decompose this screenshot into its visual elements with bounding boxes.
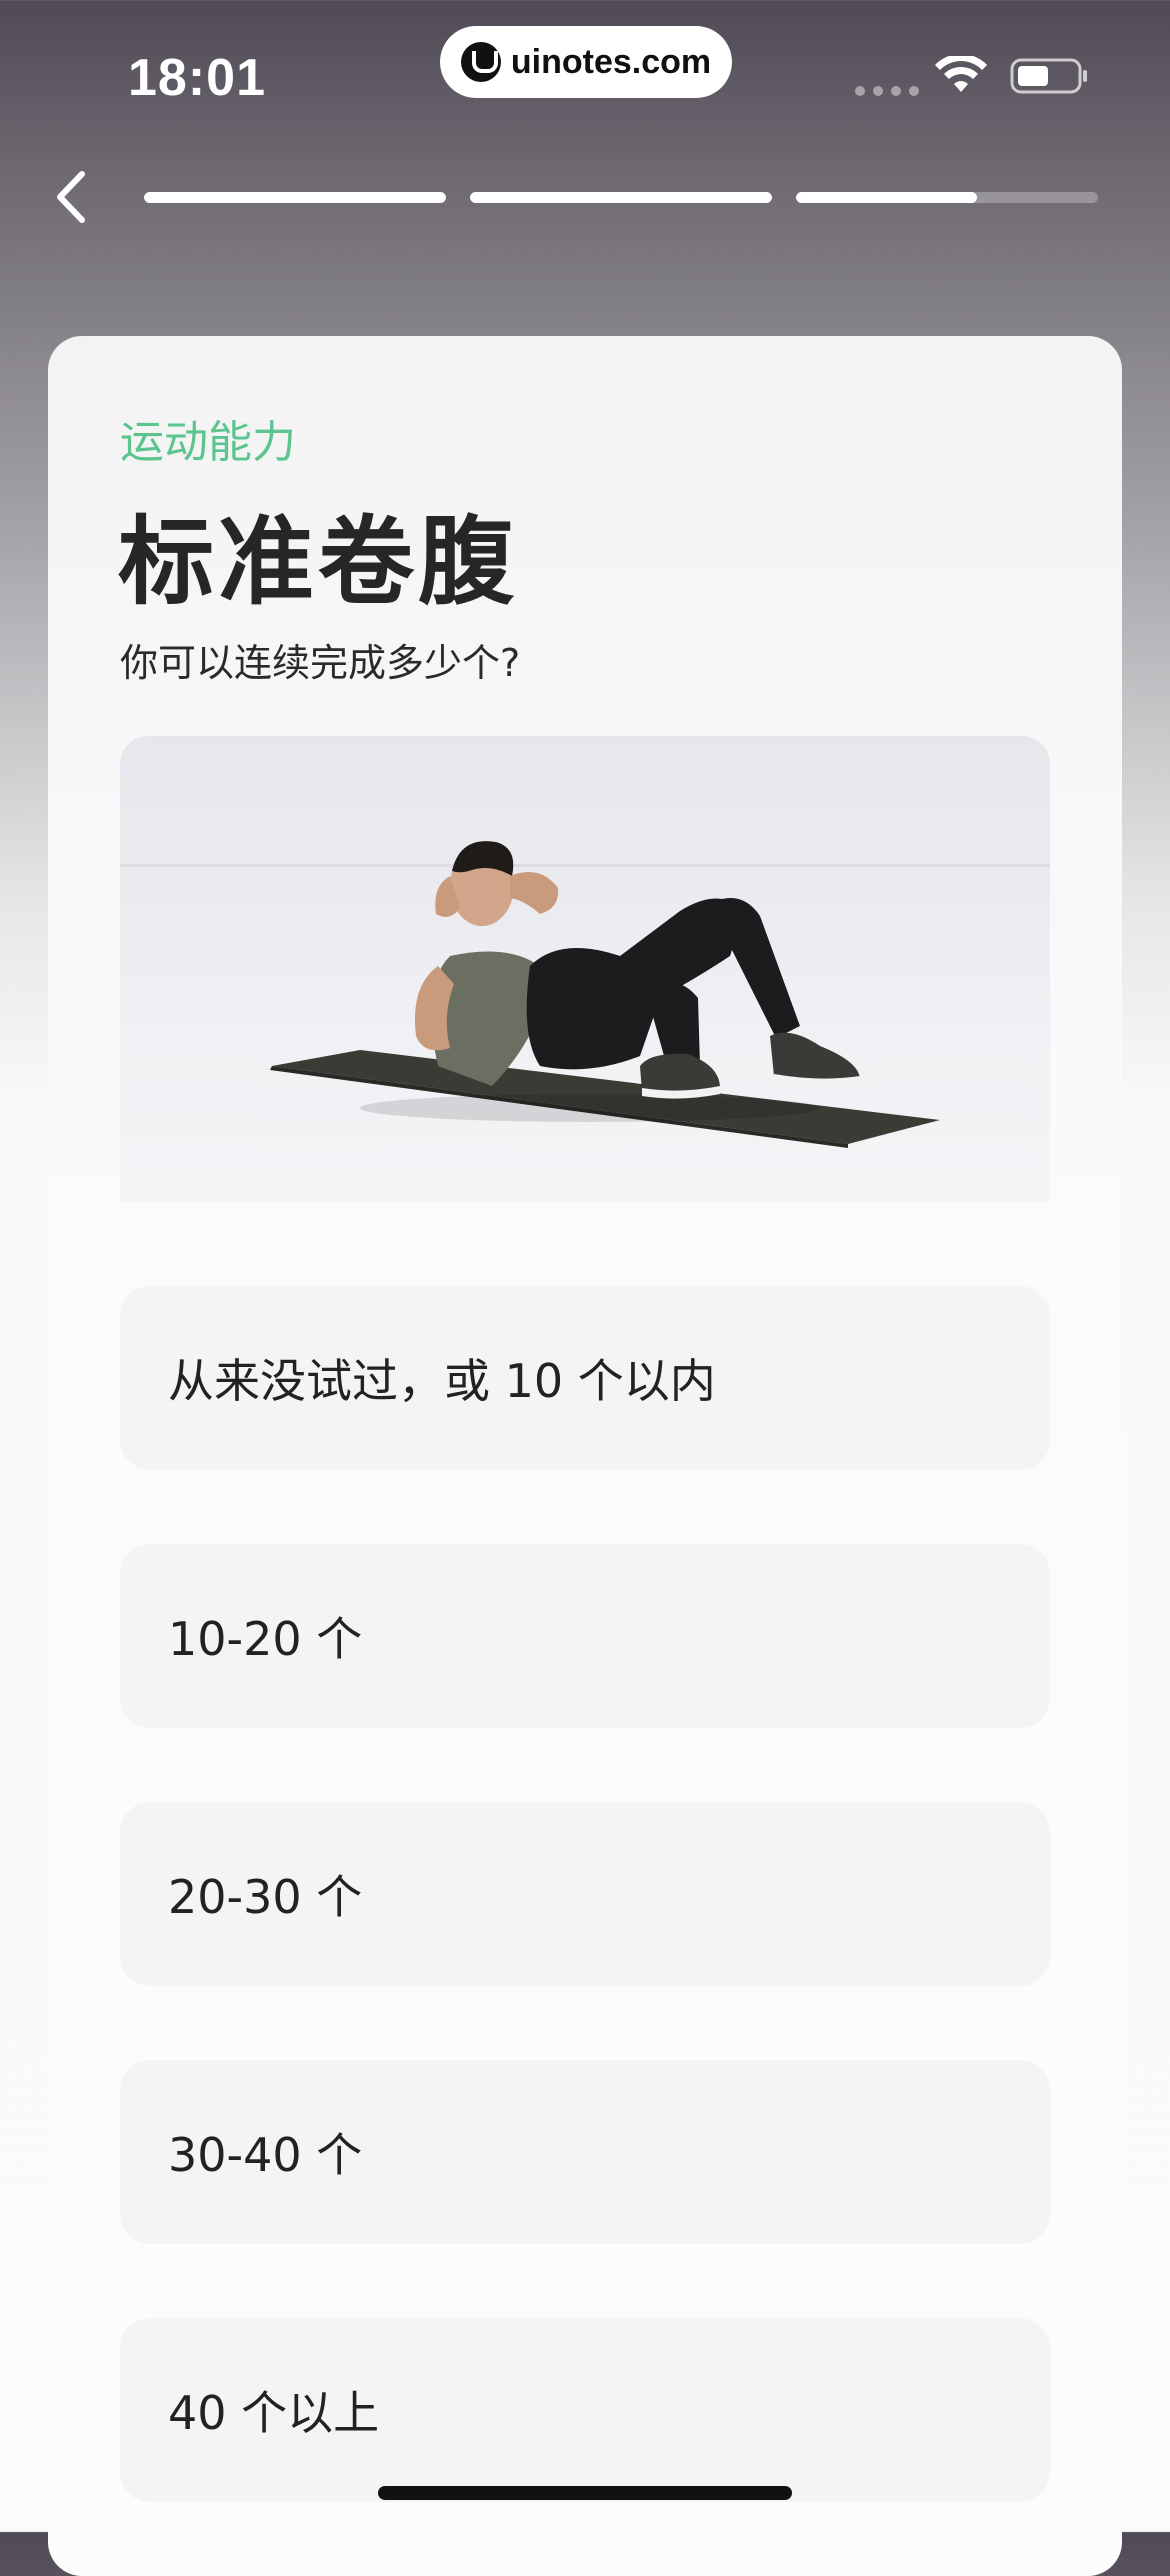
option-10-20[interactable]: 10-20 个: [120, 1544, 1050, 1728]
option-label: 20-30 个: [168, 1870, 363, 1924]
progress-segment-3: [796, 192, 1098, 203]
home-indicator[interactable]: [378, 2486, 792, 2500]
status-bar: 18:01 uinotes.com: [0, 0, 1170, 140]
progress-segment-2-fill: [470, 192, 772, 203]
category-label: 运动能力: [120, 417, 296, 468]
crunch-exercise-image: [120, 736, 1050, 1202]
progress-segment-2: [470, 192, 772, 203]
option-label: 从来没试过，或 10 个以内: [168, 1354, 716, 1408]
question-text: 你可以连续完成多少个?: [120, 641, 521, 685]
wifi-icon: [935, 56, 987, 92]
exercise-title: 标准卷腹: [118, 506, 518, 618]
progress-segment-1: [144, 192, 446, 203]
uinotes-logo-icon: [460, 42, 501, 82]
cellular-signal-icon: [855, 86, 919, 96]
question-card: 运动能力 标准卷腹 你可以连续完成多少个? 从来没试过，或 10 个以内 10-…: [48, 336, 1122, 2576]
progress-segment-1-fill: [144, 192, 446, 203]
progress-segment-3-fill: [796, 192, 978, 203]
status-time: 18:01: [128, 49, 266, 107]
crunch-exercise-illustration-icon: [120, 841, 1050, 1148]
option-label: 40 个以上: [168, 2386, 380, 2440]
option-label: 30-40 个: [168, 2128, 363, 2182]
option-30-40[interactable]: 30-40 个: [120, 2060, 1050, 2244]
url-text: uinotes.com: [510, 42, 712, 81]
option-40-plus[interactable]: 40 个以上: [120, 2318, 1050, 2502]
battery-icon: [1010, 58, 1087, 94]
option-0-10[interactable]: 从来没试过，或 10 个以内: [120, 1286, 1050, 1470]
option-label: 10-20 个: [168, 1612, 363, 1666]
back-chevron-icon[interactable]: [48, 164, 98, 230]
option-20-30[interactable]: 20-30 个: [120, 1802, 1050, 1986]
url-pill[interactable]: uinotes.com: [440, 26, 732, 98]
